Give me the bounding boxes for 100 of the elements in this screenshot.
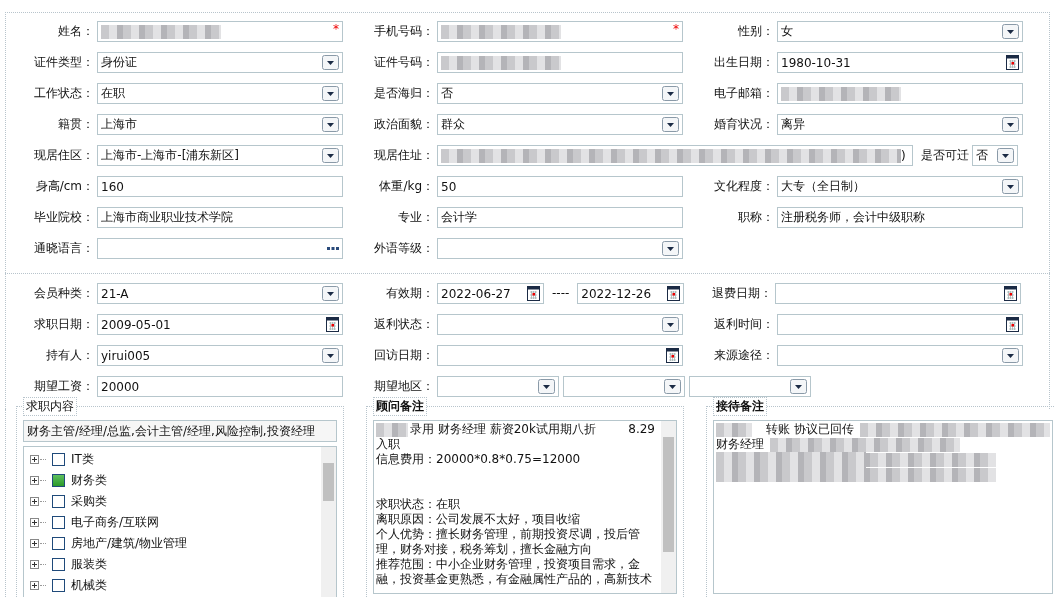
note-text: 财务经理 <box>716 437 764 452</box>
date-field[interactable] <box>777 314 1023 335</box>
calendar-icon <box>1006 55 1019 70</box>
text-field[interactable]: 上海市商业职业技术学院 <box>97 207 343 228</box>
form-label: 工作状态： <box>33 85 94 102</box>
select-field[interactable]: 否 <box>437 83 683 104</box>
form-label: 职称： <box>737 209 774 226</box>
checkbox[interactable] <box>52 453 65 466</box>
text-field[interactable]: 50 <box>437 176 683 197</box>
checkbox[interactable] <box>52 579 65 592</box>
scrollbar[interactable] <box>321 447 336 597</box>
expand-icon[interactable] <box>30 455 39 464</box>
form-label: 现居住址： <box>373 147 434 164</box>
date-separator: ---- <box>552 285 570 302</box>
form-label: 姓名： <box>57 23 94 40</box>
date-field[interactable] <box>437 345 683 366</box>
select-field[interactable] <box>777 345 1023 366</box>
form-label: 返利状态： <box>373 316 434 333</box>
date-field[interactable]: 1980-10-31 <box>777 52 1023 73</box>
date-field[interactable]: 2022-12-26 <box>577 283 685 304</box>
tree-item-label[interactable]: 财务类 <box>71 472 107 489</box>
note-text: 信息费用：20000*0.8*0.75=12000 <box>376 452 581 467</box>
checkbox[interactable] <box>52 558 65 571</box>
select-field[interactable]: 否 <box>972 145 1018 166</box>
expand-icon[interactable] <box>30 560 39 569</box>
form-label: 通晓语言： <box>33 240 94 257</box>
text-field[interactable] <box>777 83 1023 104</box>
date-field[interactable]: 2022-06-27 <box>437 283 544 304</box>
select-field[interactable]: 女 <box>777 21 1023 42</box>
select-field[interactable] <box>563 376 685 397</box>
form-label: 政治面貌： <box>373 116 434 133</box>
select-field[interactable] <box>437 376 559 397</box>
note-text: 推荐范围：中小企业财务管理，投资项目需求，金 <box>376 557 640 572</box>
ellipsis-icon <box>327 247 339 250</box>
select-field[interactable] <box>437 314 683 335</box>
tree-item-label[interactable]: 房地产/建筑/物业管理 <box>71 535 188 552</box>
scrollbar[interactable] <box>661 421 676 593</box>
note-text: 理，财务对接，税务筹划，擅长金融方向 <box>376 542 592 557</box>
form-label: 体重/kg： <box>378 178 434 195</box>
text-field[interactable]: 注册税务师，会计中级职称 <box>777 207 1023 228</box>
note-text: 离职原因：公司发展不太好，项目收缩 <box>376 512 580 527</box>
form-label: 外语等级： <box>373 240 434 257</box>
form-label: 来源途径： <box>713 347 774 364</box>
calendar-icon <box>1006 317 1019 332</box>
calendar-icon <box>666 348 679 363</box>
text-field[interactable] <box>437 52 683 73</box>
expand-icon[interactable] <box>30 539 39 548</box>
select-field[interactable]: 离异 <box>777 114 1023 135</box>
panel-legend: 顾问备注 <box>373 397 427 416</box>
form-label: 手机号码： <box>373 23 434 40</box>
expand-icon[interactable] <box>30 518 39 527</box>
form-label: 持有人： <box>45 347 94 364</box>
checkbox[interactable] <box>52 516 65 529</box>
select-field[interactable]: 大专（全日制） <box>777 176 1023 197</box>
tree-item-label[interactable]: 服装类 <box>71 556 107 573</box>
form-label: 出生日期： <box>713 54 774 71</box>
note-text: 求职状态：在职 <box>376 497 460 512</box>
form-label: 籍贯： <box>57 116 94 133</box>
tree-item-label[interactable]: IT类 <box>71 451 94 468</box>
checkbox[interactable] <box>52 474 65 487</box>
select-field[interactable]: 群众 <box>437 114 683 135</box>
text-field[interactable]: 会计学 <box>437 207 683 228</box>
text-field[interactable]: * <box>97 21 343 42</box>
text-field[interactable]: 160 <box>97 176 343 197</box>
notes-textarea[interactable]: 转账 协议已回传 财务经理 <box>713 420 1053 594</box>
note-text: 个人优势：擅长财务管理，前期投资尽调，投后管 <box>376 527 640 542</box>
text-field[interactable]: * <box>437 21 683 42</box>
calendar-icon <box>667 286 681 301</box>
form-label: 毕业院校： <box>33 209 94 226</box>
select-field[interactable] <box>437 238 683 259</box>
form-label: 婚育状况： <box>713 116 774 133</box>
checkbox[interactable] <box>52 537 65 550</box>
form-label: 返利时间： <box>713 316 774 333</box>
select-field[interactable]: 上海市-上海市-[浦东新区] <box>97 145 343 166</box>
form-label: 证件号码： <box>373 54 434 71</box>
text-field[interactable]: 20000 <box>97 376 343 397</box>
summary-field[interactable]: 财务主管/经理/总监,会计主管/经理,风险控制,投资经理 <box>23 420 337 442</box>
notes-textarea[interactable]: 录用 财务经理 薪资20k试用期八折 8.29 入职 信息费用：20000*0.8*0.75=12000 求职状态：在职 离职原因：公司发展不太好，项目收缩 个人优势：擅长财务管理，前期投资尽调，投后管 理，财务对接，税务筹划，擅长金融方向 推荐范围：中小企业财务管理，投资项目需求，金 融，投资基金更熟悉，有金融属性产品的，高新技术 <box>373 420 677 594</box>
lookup-field[interactable] <box>97 238 343 259</box>
expand-icon[interactable] <box>30 581 39 590</box>
date-field[interactable] <box>775 283 1022 304</box>
date-field[interactable]: 2009-05-01 <box>97 314 343 335</box>
select-field[interactable]: 21-A <box>97 283 343 304</box>
note-text: 入职 <box>376 437 400 452</box>
panel-legend: 接待备注 <box>713 397 767 416</box>
checkbox[interactable] <box>52 495 65 508</box>
note-text: 转账 协议已回传 <box>766 422 854 437</box>
select-field[interactable]: yirui005 <box>97 345 343 366</box>
tree-item-label[interactable]: 采购类 <box>71 493 107 510</box>
select-field[interactable] <box>689 376 811 397</box>
select-field[interactable]: 在职 <box>97 83 343 104</box>
expand-icon[interactable] <box>30 497 39 506</box>
select-field[interactable]: 上海市 <box>97 114 343 135</box>
text-field[interactable]: ) <box>437 145 913 166</box>
form-label: 文化程度： <box>713 178 774 195</box>
tree-item-label[interactable]: 电子商务/互联网 <box>71 514 160 531</box>
form-label: 求职日期： <box>33 316 94 333</box>
select-field[interactable]: 身份证 <box>97 52 343 73</box>
expand-icon[interactable] <box>30 476 39 485</box>
tree-item-label[interactable]: 机械类 <box>71 577 107 594</box>
